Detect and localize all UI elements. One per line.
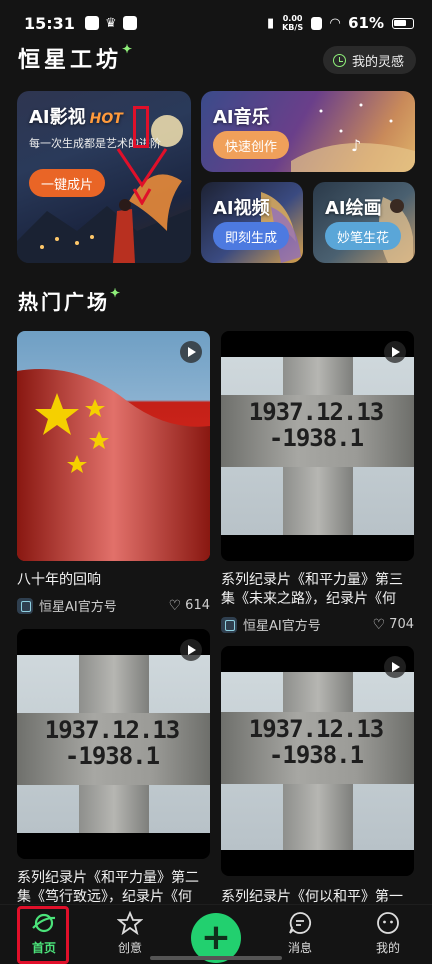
ai-music-card[interactable]: ♪ AI音乐 快速创作: [201, 91, 415, 172]
author-name: 恒星AI官方号: [39, 600, 117, 615]
page-title-text: 恒星工坊: [18, 47, 123, 73]
app-screen: 15:31 ♛ ▮ 0.00 KB/S ◠ 61% 恒星工坊✦ 我的灵感 AI影…: [0, 0, 432, 964]
message-notification-icon: [122, 16, 137, 30]
nav-create-label: 创意: [117, 941, 142, 955]
highlight-box: [17, 906, 69, 964]
ai-drawing-title: AI绘画: [325, 198, 382, 219]
nav-mine[interactable]: 我的: [358, 911, 418, 956]
vibrate-icon: ▮: [266, 15, 275, 31]
memorial-image: 1937.12.13 -1938.1: [17, 655, 210, 833]
feed-item[interactable]: 1937.12.13 -1938.1 系列纪录片《和平力量》第二集《笃行致远》，…: [17, 629, 210, 907]
feed-item-title: 八十年的回响: [17, 572, 101, 588]
sparkle-icon: ✦: [122, 42, 137, 56]
ai-video-title: AI视频: [213, 198, 270, 219]
author-avatar: [221, 616, 237, 633]
heart-icon: ♡: [372, 616, 386, 633]
memorial-image: 1937.12.13 -1938.1: [221, 357, 414, 535]
memorial-engraving: 1937.12.13 -1938.1: [241, 399, 391, 451]
author-avatar: [17, 597, 33, 614]
network-speed-unit: KB/S: [282, 23, 304, 32]
status-system-icons: ▮ 0.00 KB/S ◠ 61%: [267, 14, 414, 32]
memorial-engraving: 1937.12.13 -1938.1: [241, 716, 391, 768]
one-click-film-button[interactable]: 一键成片: [29, 169, 106, 197]
author-name: 恒星AI官方号: [243, 619, 321, 634]
feed-item[interactable]: 1937.12.13 -1938.1 系列纪录片《和平力量》第三集《未来之路》，…: [221, 331, 414, 634]
memorial-image: 1937.12.13 -1938.1: [221, 672, 414, 850]
svg-text:♪: ♪: [351, 136, 361, 155]
feed-item-title: 系列纪录片《和平力量》第三集《未来之路》，纪录片《何: [221, 572, 403, 607]
ai-film-title-text: AI影视: [29, 107, 86, 128]
section-title-text: 热门广场: [18, 290, 110, 314]
like-count: 704: [389, 617, 414, 632]
video-thumbnail[interactable]: 1937.12.13 -1938.1: [221, 646, 414, 876]
engraving-line1: 1937.12.13: [248, 398, 384, 426]
engraving-line2: -1938.1: [64, 742, 160, 770]
nav-create[interactable]: 创意: [100, 911, 160, 956]
status-time: 15:31: [24, 13, 75, 33]
ai-film-title: AI影视 HOT: [29, 103, 123, 129]
video-thumbnail[interactable]: 1937.12.13 -1938.1: [17, 629, 210, 859]
like-button[interactable]: ♡ 614: [169, 598, 210, 614]
network-speed-value: 0.00: [282, 14, 303, 23]
ai-video-card[interactable]: AI视频 即刻生成: [201, 182, 303, 263]
feed-item-meta: 恒星AI官方号 ♡ 614: [17, 596, 210, 615]
engraving-line1: 1937.12.13: [44, 716, 180, 744]
network-speed: 0.00 KB/S: [282, 14, 303, 32]
video-thumbnail[interactable]: 1937.12.13 -1938.1: [221, 331, 414, 561]
nav-messages[interactable]: 消息: [270, 911, 330, 956]
quick-create-button[interactable]: 快速创作: [213, 131, 290, 159]
app-notification-icon: [84, 16, 99, 30]
status-bar: 15:31 ♛ ▮ 0.00 KB/S ◠ 61%: [0, 0, 432, 46]
my-inspiration-label: 我的灵感: [351, 54, 404, 70]
play-icon: [384, 656, 406, 678]
engraving-line2: -1938.1: [268, 741, 364, 769]
play-icon: [384, 341, 406, 363]
profile-face-icon: [377, 912, 399, 934]
engraving-line1: 1937.12.13: [248, 715, 384, 743]
star-icon: [117, 911, 143, 935]
feed-item[interactable]: 八十年的回响 恒星AI官方号 ♡ 614: [17, 331, 210, 615]
sparkle-icon: ✦: [110, 286, 124, 300]
gesture-bar: [150, 956, 282, 960]
nav-messages-label: 消息: [287, 941, 312, 955]
engraving-line2: -1938.1: [268, 424, 364, 452]
page-title: 恒星工坊✦: [18, 42, 136, 74]
annotation-box: [133, 106, 149, 148]
hot-badge: HOT: [89, 111, 123, 127]
crown-icon: ♛: [104, 15, 117, 31]
feed-item-meta: 恒星AI官方号 ♡ 704: [221, 615, 414, 634]
like-button[interactable]: ♡ 704: [373, 617, 414, 633]
video-thumbnail[interactable]: [17, 331, 210, 561]
plus-icon: +: [200, 917, 232, 958]
chat-icon: [289, 912, 312, 934]
wifi-icon: ◠: [330, 15, 341, 31]
my-inspiration-button[interactable]: 我的灵感: [322, 46, 416, 74]
memorial-engraving: 1937.12.13 -1938.1: [37, 717, 187, 769]
battery-percent: 61%: [348, 14, 384, 32]
annotation-arrow-icon: [116, 148, 168, 205]
feed-item-title: 系列纪录片《和平力量》第二集《笃行致远》，纪录片《何: [17, 870, 199, 905]
ai-drawing-card[interactable]: AI绘画 妙笔生花: [313, 182, 415, 263]
play-icon: [180, 639, 202, 661]
instant-generate-button[interactable]: 即刻生成: [213, 222, 290, 250]
sim-icon: [311, 16, 323, 30]
feed-item[interactable]: 1937.12.13 -1938.1 系列纪录片《何以和平》第一: [221, 646, 414, 907]
section-title: 热门广场✦: [18, 286, 123, 315]
ai-music-title: AI音乐: [213, 107, 270, 128]
like-count: 614: [185, 598, 210, 613]
clock-icon: [332, 53, 346, 67]
play-icon: [180, 341, 202, 363]
brush-bloom-button[interactable]: 妙笔生花: [325, 222, 402, 250]
status-notification-icons: ♛: [84, 15, 137, 31]
flag-image: [17, 369, 210, 561]
battery-icon: [392, 17, 414, 29]
nav-mine-label: 我的: [375, 941, 400, 955]
heart-icon: ♡: [168, 597, 182, 614]
